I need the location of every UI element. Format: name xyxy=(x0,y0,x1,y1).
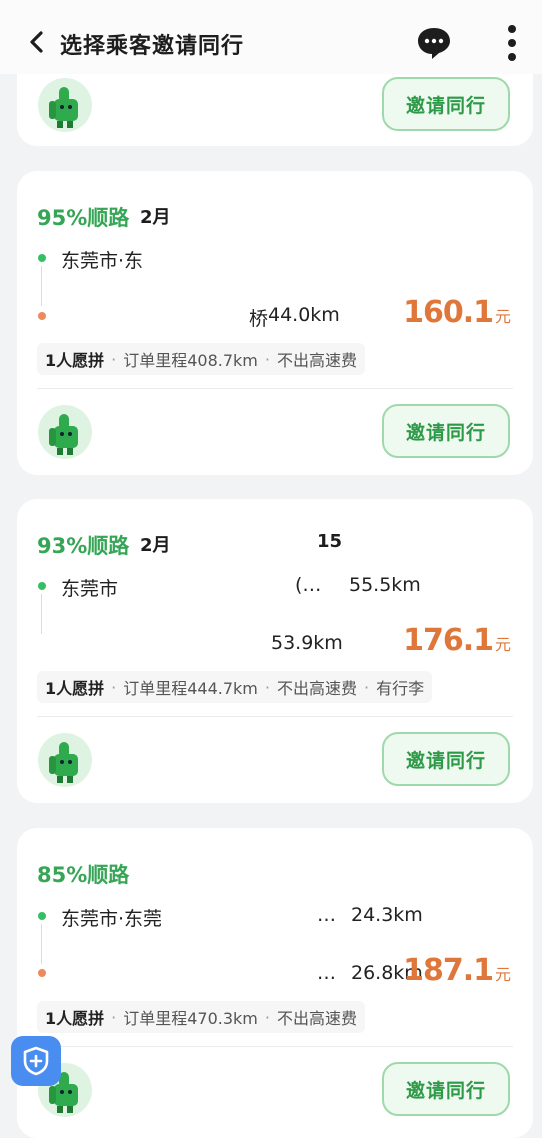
price-unit: 元 xyxy=(494,965,511,984)
tag-toll: 不出高速费 xyxy=(277,679,358,698)
start-address-tail: (… xyxy=(295,574,322,596)
match-rate: 93%顺路 xyxy=(37,534,130,558)
tag-separator: · xyxy=(364,677,370,697)
start-address: 东莞市 xyxy=(61,578,119,600)
invite-button[interactable]: 邀请同行 xyxy=(382,1062,510,1116)
shield-plus-icon xyxy=(23,1046,49,1076)
tag-seats: 1人愿拼 xyxy=(45,351,105,370)
tag-row: 1人愿拼 · 订单里程444.7km · 不出高速费 · 有行李 xyxy=(37,671,433,703)
start-distance: 55.5km xyxy=(349,574,421,596)
trip-date: 2月 xyxy=(140,207,171,228)
price: 176.1 元 xyxy=(403,623,511,658)
end-address-tail: 桥 xyxy=(249,308,269,330)
start-dot xyxy=(38,912,46,920)
tag-separator: · xyxy=(264,349,270,369)
tag-row: 1人愿拼 · 订单里程408.7km · 不出高速费 xyxy=(37,343,366,375)
tag-row: 1人愿拼 · 订单里程470.3km · 不出高速费 xyxy=(37,1001,366,1033)
tag-toll: 不出高速费 xyxy=(277,1009,358,1028)
price: 160.1 元 xyxy=(403,295,511,330)
end-distance: 44.0km xyxy=(268,304,340,326)
route-line xyxy=(41,266,42,306)
invite-button[interactable]: 邀请同行 xyxy=(382,404,510,458)
start-dot xyxy=(38,582,46,590)
price-unit: 元 xyxy=(494,307,511,326)
card-divider xyxy=(37,716,513,717)
passenger-card: 85%顺路 东莞市·东莞 … 24.3km … 26.8km 187.1 元 1人… xyxy=(17,828,533,1138)
more-vertical-icon[interactable] xyxy=(502,24,522,64)
top-bar: 选择乘客邀请同行 xyxy=(0,0,542,74)
tag-mileage: 订单里程408.7km xyxy=(123,351,258,370)
passenger-card: 95%顺路 2月 东莞市·东 桥 44.0km 160.1 元 1人愿拼 · 订单… xyxy=(17,171,533,475)
start-dot xyxy=(38,254,46,262)
trip-date: 2月 xyxy=(140,535,171,556)
price-value: 160.1 xyxy=(403,295,494,330)
invite-button[interactable]: 邀请同行 xyxy=(382,732,510,786)
passenger-card: 93%顺路 2月 15 东莞市 (… 55.5km 53.9km 176.1 元 … xyxy=(17,499,533,803)
tag-seats: 1人愿拼 xyxy=(45,1009,105,1028)
tag-luggage: 有行李 xyxy=(376,679,425,698)
match-rate: 95%顺路 xyxy=(37,206,130,230)
card-divider xyxy=(37,1046,513,1047)
start-address-tail: … xyxy=(317,904,336,926)
tag-separator: · xyxy=(111,1007,117,1027)
price: 187.1 元 xyxy=(403,953,511,988)
start-address: 东莞市·东莞 xyxy=(61,908,163,930)
thumbs-up-avatar-icon xyxy=(38,405,92,459)
tag-separator: · xyxy=(111,349,117,369)
invite-button[interactable]: 邀请同行 xyxy=(382,77,510,131)
start-distance: 24.3km xyxy=(351,904,423,926)
thumbs-up-avatar-icon xyxy=(38,733,92,787)
safety-shield-button[interactable] xyxy=(11,1036,61,1086)
start-address: 东莞市·东 xyxy=(61,250,144,272)
trip-time: 15 xyxy=(317,531,343,552)
tag-separator: · xyxy=(264,1007,270,1027)
page-title: 选择乘客邀请同行 xyxy=(60,34,245,59)
price-value: 187.1 xyxy=(403,953,494,988)
card-divider xyxy=(37,388,513,389)
chevron-left-icon[interactable] xyxy=(28,31,46,53)
tag-seats: 1人愿拼 xyxy=(45,679,105,698)
price-unit: 元 xyxy=(494,635,511,654)
route-line xyxy=(41,594,42,634)
end-dot xyxy=(38,969,46,977)
end-distance: 53.9km xyxy=(271,632,343,654)
chat-bubble-icon[interactable] xyxy=(416,26,452,60)
tag-mileage: 订单里程470.3km xyxy=(123,1009,258,1028)
tag-separator: · xyxy=(111,677,117,697)
end-dot xyxy=(38,312,46,320)
tag-toll: 不出高速费 xyxy=(277,351,358,370)
thumbs-up-avatar-icon xyxy=(38,78,92,132)
tag-separator: · xyxy=(264,677,270,697)
price-value: 176.1 xyxy=(403,623,494,658)
tag-mileage: 订单里程444.7km xyxy=(123,679,258,698)
match-rate: 85%顺路 xyxy=(37,863,130,887)
end-address-tail: … xyxy=(317,962,336,984)
route-line xyxy=(41,924,42,964)
